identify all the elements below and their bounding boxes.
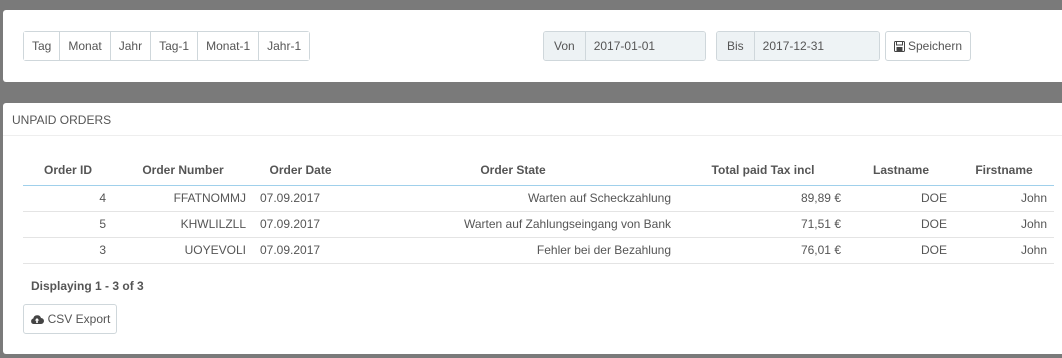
cell-total-paid: 71,51 €: [678, 211, 848, 238]
cell-firstname: John: [954, 237, 1054, 264]
date-from-group: Von 2017-01-01: [543, 31, 706, 61]
table-row[interactable]: 3 UOYEVOLI 07.09.2017 Fehler bei der Bez…: [23, 237, 1054, 264]
period-button-tag-1[interactable]: Tag-1: [151, 32, 199, 60]
date-filter-panel: Tag Monat Jahr Tag-1 Monat-1 Jahr-1 Von …: [3, 10, 1062, 82]
floppy-disk-icon: [893, 40, 905, 52]
period-button-tag[interactable]: Tag: [24, 32, 61, 60]
period-button-jahr[interactable]: Jahr: [110, 32, 152, 60]
period-button-monat[interactable]: Monat: [60, 32, 111, 60]
table-row[interactable]: 5 KHWLILZLL 07.09.2017 Warten auf Zahlun…: [23, 211, 1054, 238]
cell-lastname: DOE: [848, 237, 954, 264]
date-to-input[interactable]: 2017-12-31: [754, 32, 879, 60]
cell-total-paid: 89,89 €: [678, 185, 848, 212]
cell-lastname: DOE: [848, 211, 954, 238]
date-to-group: Bis 2017-12-31: [716, 31, 880, 61]
date-from-label: Von: [544, 32, 586, 60]
cell-order-number: UOYEVOLI: [113, 237, 253, 264]
cell-order-date: 07.09.2017: [253, 185, 348, 212]
divider: [3, 135, 1062, 136]
cell-order-state: Warten auf Scheckzahlung: [348, 185, 678, 212]
cell-total-paid: 76,01 €: [678, 237, 848, 264]
column-header-lastname[interactable]: Lastname: [848, 155, 954, 186]
cell-firstname: John: [954, 211, 1054, 238]
column-header-total-paid[interactable]: Total paid Tax incl: [678, 155, 848, 186]
cloud-upload-icon: [30, 314, 44, 324]
panel-title: UNPAID ORDERS: [12, 113, 112, 127]
table-row[interactable]: 4 FFATNOMMJ 07.09.2017 Warten auf Scheck…: [23, 185, 1054, 212]
pagination-summary: Displaying 1 - 3 of 3: [31, 279, 144, 293]
save-button[interactable]: Speichern: [885, 31, 971, 61]
column-header-firstname[interactable]: Firstname: [954, 155, 1054, 186]
cell-lastname: DOE: [848, 185, 954, 212]
cell-order-date: 07.09.2017: [253, 211, 348, 238]
period-button-group: Tag Monat Jahr Tag-1 Monat-1 Jahr-1: [23, 31, 311, 61]
csv-export-label: CSV Export: [47, 312, 111, 326]
date-to-label: Bis: [717, 32, 755, 60]
unpaid-orders-panel: UNPAID ORDERS Order ID Order Number Orde…: [3, 103, 1062, 354]
cell-order-date: 07.09.2017: [253, 237, 348, 264]
column-header-order-date[interactable]: Order Date: [253, 155, 348, 186]
column-header-order-id[interactable]: Order ID: [23, 155, 113, 186]
table-header-row: Order ID Order Number Order Date Order S…: [23, 155, 1054, 186]
cell-order-id: 4: [23, 185, 113, 212]
column-header-order-number[interactable]: Order Number: [113, 155, 253, 186]
orders-table: Order ID Order Number Order Date Order S…: [23, 155, 1054, 264]
save-button-label: Speichern: [907, 39, 963, 53]
cell-order-id: 5: [23, 211, 113, 238]
cell-order-state: Fehler bei der Bezahlung: [348, 237, 678, 264]
period-button-jahr-1[interactable]: Jahr-1: [259, 32, 310, 60]
period-button-monat-1[interactable]: Monat-1: [198, 32, 260, 60]
cell-order-number: KHWLILZLL: [113, 211, 253, 238]
cell-firstname: John: [954, 185, 1054, 212]
date-from-input[interactable]: 2017-01-01: [585, 32, 705, 60]
cell-order-state: Warten auf Zahlungseingang von Bank: [348, 211, 678, 238]
column-header-order-state[interactable]: Order State: [348, 155, 678, 186]
cell-order-number: FFATNOMMJ: [113, 185, 253, 212]
csv-export-button[interactable]: CSV Export: [23, 304, 117, 334]
cell-order-id: 3: [23, 237, 113, 264]
